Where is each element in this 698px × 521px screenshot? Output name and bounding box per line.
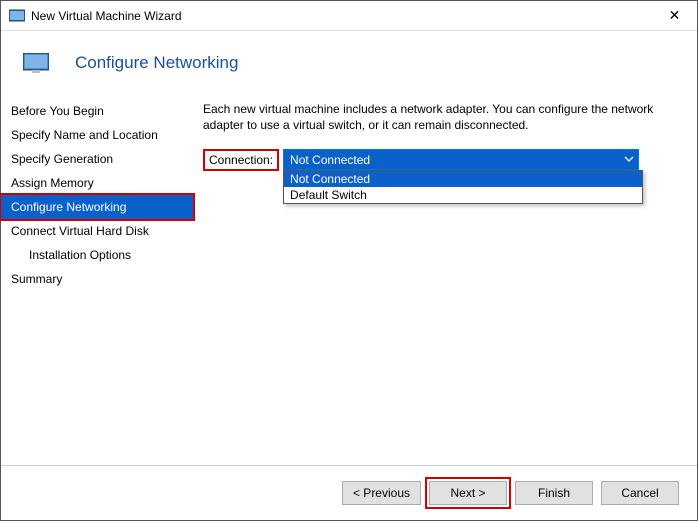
app-icon [9,8,25,24]
sidebar-step[interactable]: Before You Begin [1,99,193,123]
close-button[interactable]: ✕ [652,1,697,31]
wizard-sidebar: Before You BeginSpecify Name and Locatio… [1,99,193,465]
titlebar: New Virtual Machine Wizard ✕ [1,1,697,31]
connection-dropdown[interactable]: Not Connected [283,149,639,170]
connection-selected-value: Not Connected [290,153,370,167]
dropdown-option[interactable]: Not Connected [284,171,642,187]
description-text: Each new virtual machine includes a netw… [203,101,681,133]
window-title: New Virtual Machine Wizard [31,9,652,23]
wizard-main: Each new virtual machine includes a netw… [193,99,697,465]
page-title: Configure Networking [75,53,238,73]
sidebar-step[interactable]: Specify Name and Location [1,123,193,147]
connection-label: Connection: [203,149,279,171]
sidebar-step[interactable]: Configure Networking [1,195,193,219]
dropdown-option[interactable]: Default Switch [284,187,642,203]
sidebar-step[interactable]: Assign Memory [1,171,193,195]
previous-button[interactable]: < Previous [342,481,421,505]
connection-combo-wrap: Not Connected Not ConnectedDefault Switc… [283,149,639,170]
sidebar-step[interactable]: Summary [1,267,193,291]
finish-button[interactable]: Finish [515,481,593,505]
wizard-body: Before You BeginSpecify Name and Locatio… [1,99,697,465]
sidebar-step[interactable]: Specify Generation [1,147,193,171]
sidebar-step[interactable]: Connect Virtual Hard Disk [1,219,193,243]
connection-dropdown-list[interactable]: Not ConnectedDefault Switch [283,170,643,204]
next-button[interactable]: Next > [429,481,507,505]
connection-row: Connection: Not Connected Not ConnectedD… [203,149,681,171]
cancel-button[interactable]: Cancel [601,481,679,505]
wizard-footer: < Previous Next > Finish Cancel [1,465,697,520]
wizard-header: Configure Networking [1,31,697,99]
chevron-down-icon [624,153,634,167]
sidebar-step[interactable]: Installation Options [1,243,193,267]
monitor-icon [23,53,49,73]
close-icon: ✕ [669,7,681,24]
